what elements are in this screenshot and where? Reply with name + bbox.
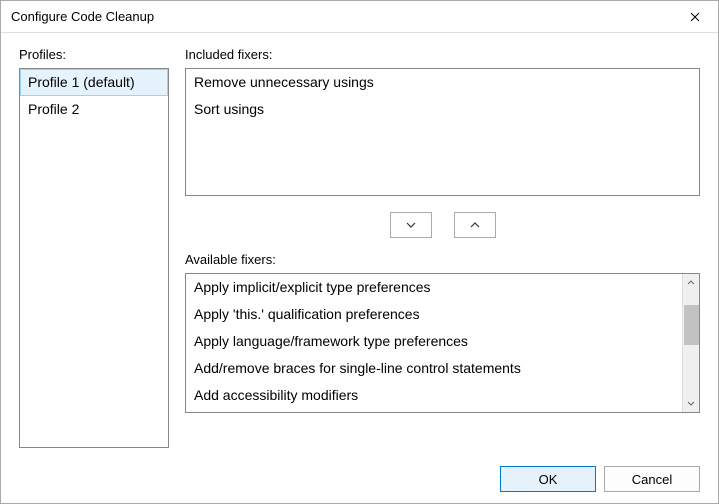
scroll-up-arrow[interactable] — [683, 274, 699, 291]
titlebar: Configure Code Cleanup — [1, 1, 718, 33]
scroll-thumb[interactable] — [684, 305, 699, 345]
close-icon — [690, 12, 700, 22]
profiles-column: Profiles: Profile 1 (default)Profile 2 — [19, 47, 169, 455]
caret-up-icon — [687, 280, 695, 285]
ok-button[interactable]: OK — [500, 466, 596, 492]
dialog-footer: OK Cancel — [1, 455, 718, 503]
available-fixers-list[interactable]: Apply implicit/explicit type preferences… — [185, 273, 700, 413]
available-fixer-item[interactable]: Apply 'this.' qualification preferences — [186, 301, 682, 328]
included-fixer-item[interactable]: Remove unnecessary usings — [186, 69, 699, 96]
included-fixer-item[interactable]: Sort usings — [186, 96, 699, 123]
profiles-label: Profiles: — [19, 47, 169, 62]
cancel-button[interactable]: Cancel — [604, 466, 700, 492]
move-down-button[interactable] — [390, 212, 432, 238]
close-button[interactable] — [672, 1, 718, 32]
move-buttons-row — [185, 212, 700, 238]
scroll-down-arrow[interactable] — [683, 395, 699, 412]
available-fixer-item[interactable]: Add/remove braces for single-line contro… — [186, 355, 682, 382]
profiles-list[interactable]: Profile 1 (default)Profile 2 — [19, 68, 169, 448]
profile-item[interactable]: Profile 1 (default) — [20, 69, 168, 96]
available-fixer-item[interactable]: Apply language/framework type preference… — [186, 328, 682, 355]
scroll-track[interactable] — [683, 291, 699, 395]
chevron-up-icon — [470, 222, 480, 228]
dialog-content: Profiles: Profile 1 (default)Profile 2 I… — [1, 33, 718, 455]
available-fixer-item[interactable]: Apply implicit/explicit type preferences — [186, 274, 682, 301]
dialog-window: Configure Code Cleanup Profiles: Profile… — [0, 0, 719, 504]
chevron-down-icon — [406, 222, 416, 228]
caret-down-icon — [687, 401, 695, 406]
move-up-button[interactable] — [454, 212, 496, 238]
included-fixers-list[interactable]: Remove unnecessary usingsSort usings — [185, 68, 700, 196]
included-fixers-label: Included fixers: — [185, 47, 700, 62]
profile-item[interactable]: Profile 2 — [20, 96, 168, 123]
window-title: Configure Code Cleanup — [11, 9, 154, 24]
available-scrollbar[interactable] — [682, 274, 699, 412]
available-fixers-label: Available fixers: — [185, 252, 700, 267]
available-fixer-item[interactable]: Add accessibility modifiers — [186, 382, 682, 409]
fixers-column: Included fixers: Remove unnecessary usin… — [185, 47, 700, 455]
